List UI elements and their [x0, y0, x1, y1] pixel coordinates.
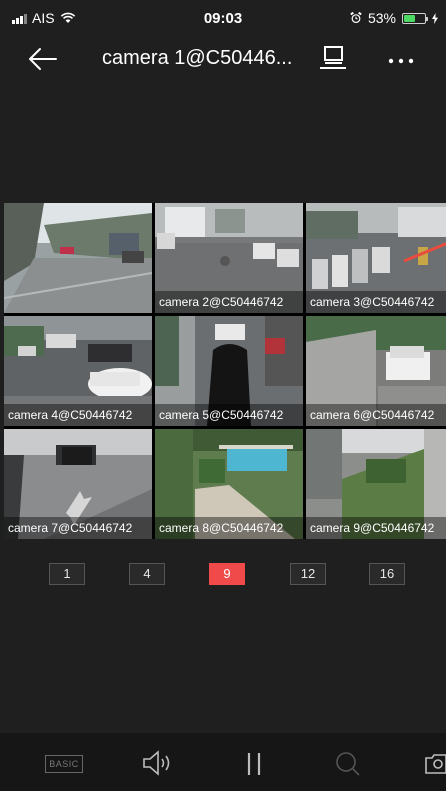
more-dots-icon: [388, 58, 414, 64]
layout-option-16[interactable]: 16: [369, 563, 405, 585]
camera-feed-1: [4, 203, 152, 313]
layout-option-4[interactable]: 4: [129, 563, 165, 585]
camera-label-9: camera 9@C50446742: [306, 517, 446, 539]
camera-label-7: camera 7@C50446742: [4, 517, 152, 539]
battery-fill: [404, 14, 415, 22]
camera-label-6: camera 6@C50446742: [306, 404, 446, 426]
layout-option-12[interactable]: 12: [290, 563, 326, 585]
speaker-icon: [143, 750, 170, 776]
battery-icon: [402, 12, 428, 24]
camera-tile-3[interactable]: camera 3@C50446742: [306, 203, 446, 313]
camera-tile-9[interactable]: camera 9@C50446742: [306, 429, 446, 539]
camera-tile-2[interactable]: camera 2@C50446742: [155, 203, 303, 313]
charging-icon: [432, 12, 438, 24]
battery-percent: 53%: [367, 10, 396, 26]
playback-button[interactable]: [316, 44, 350, 74]
monitor-icon: [320, 46, 346, 69]
back-arrow-icon: [29, 48, 57, 70]
more-button[interactable]: [384, 44, 418, 74]
camera-icon: [425, 754, 446, 774]
nav-bar: camera 1@C50446...: [0, 40, 446, 80]
camera-label-8: camera 8@C50446742: [155, 517, 303, 539]
back-button[interactable]: [26, 44, 60, 74]
alarm-icon: [350, 12, 362, 23]
camera-grid: camera 2@C50446742 camera 3@C50446742 ca…: [4, 203, 446, 539]
status-bar: AIS 09:03 53%: [0, 0, 446, 40]
layout-selector: 1 4 9 12 16: [0, 563, 446, 587]
pause-icon: [247, 753, 261, 775]
layout-option-1[interactable]: 1: [49, 563, 85, 585]
camera-tile-8[interactable]: camera 8@C50446742: [155, 429, 303, 539]
camera-tile-7[interactable]: camera 7@C50446742: [4, 429, 152, 539]
search-icon: [336, 752, 360, 776]
camera-tile-5[interactable]: camera 5@C50446742: [155, 316, 303, 426]
camera-tile-6[interactable]: camera 6@C50446742: [306, 316, 446, 426]
camera-label-3: camera 3@C50446742: [306, 291, 446, 313]
camera-label-4: camera 4@C50446742: [4, 404, 152, 426]
camera-tile-4[interactable]: camera 4@C50446742: [4, 316, 152, 426]
sound-button[interactable]: [140, 747, 176, 779]
pause-button[interactable]: [238, 747, 270, 779]
basic-quality-button[interactable]: BASIC: [45, 755, 83, 773]
camera-label-2: camera 2@C50446742: [155, 291, 303, 313]
zoom-button[interactable]: [333, 747, 363, 779]
page-title: camera 1@C50446...: [102, 47, 293, 69]
status-right: 53%: [350, 10, 438, 26]
camera-label-5: camera 5@C50446742: [155, 404, 303, 426]
layout-option-9[interactable]: 9: [209, 563, 245, 585]
snapshot-button[interactable]: [424, 747, 446, 779]
bottom-toolbar: BASIC: [0, 733, 446, 791]
camera-tile-1[interactable]: [4, 203, 152, 313]
